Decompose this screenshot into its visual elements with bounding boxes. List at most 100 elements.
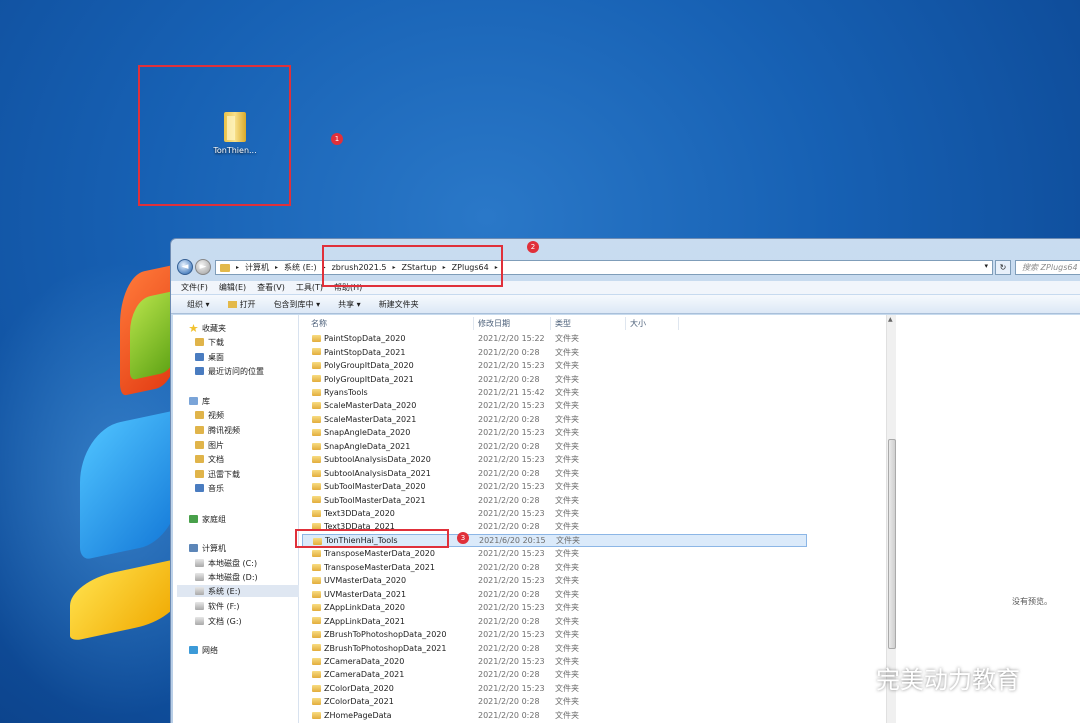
- file-row[interactable]: ZBrushToPhotoshopData_2021 2021/2/20 0:28…: [302, 641, 807, 654]
- folder-icon: [312, 604, 321, 611]
- desktop-icon: [195, 353, 204, 361]
- file-name: PaintStopData_2021: [324, 347, 406, 357]
- back-button[interactable]: ◄: [177, 259, 193, 275]
- watermark-text: 完美动力教育: [876, 666, 1020, 694]
- nav-drive-g[interactable]: 文档 (G:): [195, 615, 242, 627]
- search-input[interactable]: 搜索 ZPlugs64: [1015, 260, 1080, 275]
- column-header: 名称 修改日期 类型 大小: [300, 317, 680, 330]
- menu-file[interactable]: 文件(F): [181, 282, 208, 293]
- file-date: 2021/2/20 15:23: [478, 603, 545, 613]
- breadcrumb-computer[interactable]: 计算机: [245, 262, 269, 273]
- file-row[interactable]: RyansTools 2021/2/21 15:42 文件夹: [302, 386, 807, 399]
- nav-videos[interactable]: 视频: [195, 409, 224, 421]
- file-date: 2021/2/20 15:23: [478, 630, 545, 640]
- include-library-button[interactable]: 包含到库中 ▾: [274, 299, 321, 310]
- file-type: 文件夹: [555, 482, 579, 492]
- file-type: 文件夹: [555, 509, 579, 519]
- nav-downloads[interactable]: 下载: [195, 336, 224, 348]
- file-row[interactable]: TransposeMasterData_2020 2021/2/20 15:23 文…: [302, 547, 807, 560]
- drive-icon: [195, 587, 204, 595]
- file-name: SubToolMasterData_2020: [324, 482, 426, 492]
- file-row[interactable]: ZAppLinkData_2021 2021/2/20 0:28 文件夹: [302, 614, 807, 627]
- nav-library[interactable]: 库: [189, 395, 210, 407]
- refresh-button[interactable]: ↻: [995, 260, 1011, 275]
- nav-pictures[interactable]: 图片: [195, 439, 224, 451]
- organize-button[interactable]: 组织 ▾: [187, 299, 210, 310]
- nav-drive-d[interactable]: 本地磁盘 (D:): [195, 571, 258, 583]
- file-row[interactable]: ZColorData_2020 2021/2/20 15:23 文件夹: [302, 682, 807, 695]
- nav-drive-c[interactable]: 本地磁盘 (C:): [195, 557, 257, 569]
- chevron-down-icon[interactable]: ▾: [984, 262, 988, 270]
- nav-drive-f[interactable]: 软件 (F:): [195, 600, 239, 612]
- file-row[interactable]: SubtoolAnalysisData_2020 2021/2/20 15:23 文…: [302, 453, 807, 466]
- file-name: SubtoolAnalysisData_2021: [324, 468, 431, 478]
- file-name: ZBrushToPhotoshopData_2020: [324, 630, 447, 640]
- callout-box-2: [322, 245, 503, 287]
- file-row[interactable]: ZHomePageData 2021/2/20 0:28 文件夹: [302, 709, 807, 722]
- nav-homegroup[interactable]: 家庭组: [189, 513, 226, 525]
- file-date: 2021/2/20 0:28: [478, 562, 540, 572]
- menu-tools[interactable]: 工具(T): [296, 282, 323, 293]
- file-type: 文件夹: [555, 361, 579, 371]
- nav-recent[interactable]: 最近访问的位置: [195, 365, 264, 377]
- nav-network[interactable]: 网络: [189, 644, 218, 656]
- folder-icon: [312, 496, 321, 504]
- file-row[interactable]: UVMasterData_2020 2021/2/20 15:23 文件夹: [302, 574, 807, 587]
- menu-edit[interactable]: 编辑(E): [219, 282, 246, 293]
- file-row[interactable]: ScaleMasterData_2020 2021/2/20 15:23 文件夹: [302, 399, 807, 412]
- scroll-thumb[interactable]: [888, 439, 896, 649]
- folder-icon: [312, 375, 321, 383]
- file-row[interactable]: ZBrushToPhotoshopData_2020 2021/2/20 15:2…: [302, 628, 807, 641]
- file-row[interactable]: SnapAngleData_2021 2021/2/20 0:28 文件夹: [302, 440, 807, 453]
- forward-button[interactable]: ►: [195, 259, 211, 275]
- file-type: 文件夹: [555, 589, 579, 599]
- nav-desktop[interactable]: 桌面: [195, 351, 224, 363]
- breadcrumb-drive-e[interactable]: 系统 (E:): [284, 262, 317, 273]
- nav-tencent-video[interactable]: 腾讯视频: [195, 424, 240, 436]
- nav-favorites[interactable]: 收藏夹: [189, 322, 226, 334]
- file-row[interactable]: ZColorData_2021 2021/2/20 0:28 文件夹: [302, 695, 807, 708]
- file-type: 文件夹: [555, 576, 579, 586]
- file-row[interactable]: SubtoolAnalysisData_2021 2021/2/20 0:28 文件…: [302, 467, 807, 480]
- folder-icon: [312, 711, 321, 719]
- star-icon: [189, 324, 198, 332]
- column-date[interactable]: 修改日期: [478, 318, 510, 329]
- document-icon: [195, 455, 204, 463]
- file-row[interactable]: PaintStopData_2020 2021/2/20 15:22 文件夹: [302, 332, 807, 345]
- file-row[interactable]: PaintStopData_2021 2021/2/20 0:28 文件夹: [302, 345, 807, 358]
- menu-view[interactable]: 查看(V): [257, 282, 285, 293]
- file-row[interactable]: ZCameraData_2021 2021/2/20 0:28 文件夹: [302, 668, 807, 681]
- column-type[interactable]: 类型: [555, 318, 571, 329]
- file-name: PaintStopData_2020: [324, 334, 406, 344]
- new-folder-button[interactable]: 新建文件夹: [379, 299, 419, 310]
- folder-icon: [312, 671, 321, 679]
- nav-music[interactable]: 音乐: [195, 482, 224, 494]
- file-row[interactable]: Text3DData_2020 2021/2/20 15:23 文件夹: [302, 507, 807, 520]
- command-bar: 组织 ▾ 打开 包含到库中 ▾ 共享 ▾ 新建文件夹: [171, 295, 1080, 314]
- file-row[interactable]: ZAppLinkData_2020 2021/2/20 15:23 文件夹: [302, 601, 807, 614]
- folder-icon: [312, 429, 321, 437]
- nav-documents[interactable]: 文档: [195, 453, 224, 465]
- file-name: SubtoolAnalysisData_2020: [324, 455, 431, 465]
- file-row[interactable]: UVMasterData_2021 2021/2/20 0:28 文件夹: [302, 588, 807, 601]
- nav-drive-e[interactable]: 系统 (E:): [177, 585, 299, 597]
- video-icon: [195, 426, 204, 434]
- file-row[interactable]: ZCameraData_2020 2021/2/20 15:23 文件夹: [302, 655, 807, 668]
- column-name[interactable]: 名称: [311, 318, 327, 329]
- share-button[interactable]: 共享 ▾: [338, 299, 361, 310]
- file-row[interactable]: SubToolMasterData_2020 2021/2/20 15:23 文件夹: [302, 480, 807, 493]
- callout-box-1: [138, 65, 291, 206]
- nav-computer[interactable]: 计算机: [189, 542, 226, 554]
- file-row[interactable]: SnapAngleData_2020 2021/2/20 15:23 文件夹: [302, 426, 807, 439]
- file-row[interactable]: ScaleMasterData_2021 2021/2/20 0:28 文件夹: [302, 413, 807, 426]
- file-name: ScaleMasterData_2020: [324, 401, 417, 411]
- scroll-up-icon[interactable]: ▲: [888, 316, 893, 323]
- nav-thunder-downloads[interactable]: 迅雷下载: [195, 468, 240, 480]
- file-row[interactable]: TransposeMasterData_2021 2021/2/20 0:28 文件…: [302, 561, 807, 574]
- open-button[interactable]: 打开: [227, 299, 256, 310]
- column-size[interactable]: 大小: [630, 318, 646, 329]
- file-row[interactable]: SubToolMasterData_2021 2021/2/20 0:28 文件夹: [302, 493, 807, 506]
- file-row[interactable]: PolyGroupItData_2020 2021/2/20 15:23 文件夹: [302, 359, 807, 372]
- folder-icon: [312, 335, 321, 342]
- file-row[interactable]: PolyGroupItData_2021 2021/2/20 0:28 文件夹: [302, 372, 807, 385]
